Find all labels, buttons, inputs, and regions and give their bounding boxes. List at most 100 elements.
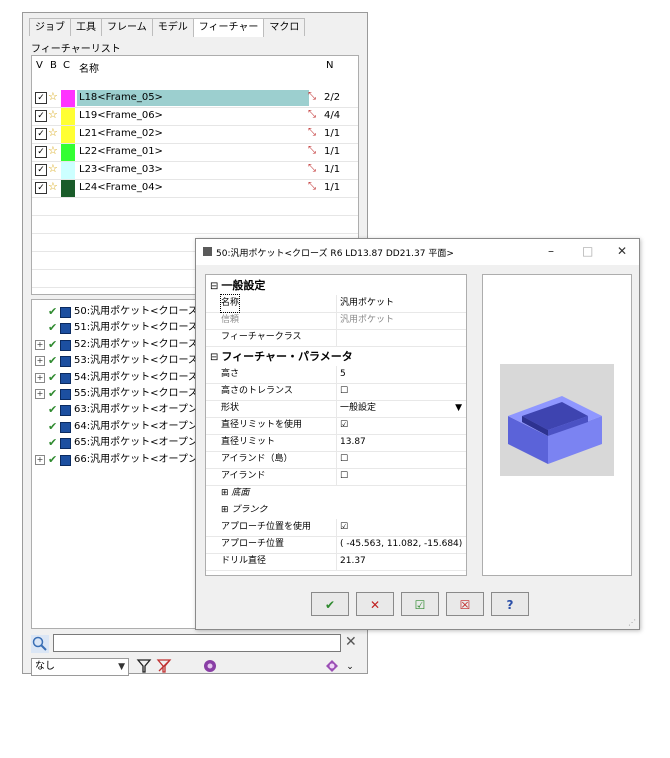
minimize-button[interactable]: – [548, 244, 554, 258]
property-row[interactable]: アプローチ位置 ( -45.563, 11.082, -15.684) [206, 536, 466, 554]
property-label: 直径リミット [221, 437, 276, 447]
display-mode-dropdown-icon[interactable]: ⌄ [341, 658, 359, 676]
property-row[interactable]: フィーチャークラス [206, 329, 466, 347]
delete-button[interactable]: ☒ [446, 592, 484, 616]
property-value[interactable]: 汎用ポケット [336, 312, 466, 329]
feature-row[interactable]: ✓ ☆ L23<Frame_03> ⤡ 1/1 [32, 162, 358, 180]
color-swatch[interactable] [61, 126, 75, 143]
ok-button[interactable]: ✔ [311, 592, 349, 616]
expand-icon[interactable]: + [35, 356, 45, 367]
property-value[interactable]: 13.87 [336, 434, 466, 451]
expand-icon[interactable]: + [35, 339, 45, 350]
close-button[interactable]: ✕ [617, 244, 627, 258]
help-button[interactable]: ? [491, 592, 529, 616]
clear-search-icon[interactable]: ✕ [345, 634, 357, 650]
feature-row[interactable]: ✓ ☆ L19<Frame_06> ⤡ 4/4 [32, 108, 358, 126]
feature-row[interactable]: ✓ ☆ L18<Frame_05> ⤡ 2/2 [32, 90, 358, 108]
property-label: 名称 [219, 294, 241, 313]
property-row[interactable]: 高さ 5 [206, 366, 466, 384]
search-icon[interactable] [31, 635, 49, 653]
operation-label: 66:汎用ポケット<オープン R6 [74, 453, 215, 465]
shape-select[interactable]: 一般設定 ▼ [336, 400, 466, 417]
star-icon[interactable]: ☆ [48, 90, 58, 103]
filter-clear-icon[interactable] [155, 658, 173, 676]
expand-icon[interactable]: + [35, 454, 45, 465]
cancel-button[interactable]: ✕ [356, 592, 394, 616]
tab-frame[interactable]: フレーム [101, 18, 153, 36]
property-value[interactable]: ☐ [336, 383, 466, 400]
star-icon[interactable]: ☆ [48, 144, 58, 157]
maximize-button[interactable]: □ [582, 244, 593, 258]
expand-icon[interactable]: ⊞ [221, 505, 231, 515]
tab-feature[interactable]: フィーチャー [192, 18, 265, 37]
search-input[interactable] [53, 634, 341, 652]
property-label: 信頼 [221, 315, 240, 325]
column-c-header: C [63, 60, 70, 71]
star-icon[interactable]: ☆ [48, 108, 58, 121]
property-value[interactable]: 5 [336, 366, 466, 383]
tab-job[interactable]: ジョブ [29, 18, 71, 36]
property-value[interactable]: 汎用ポケット [336, 295, 466, 312]
property-row[interactable]: アイランド ☐ [206, 468, 466, 486]
expand-icon[interactable]: + [35, 389, 45, 399]
property-subgroup[interactable]: ⊞ 底面 [221, 485, 249, 502]
visibility-checkbox[interactable]: ✓ [35, 182, 47, 194]
property-label: アイランド（島） [221, 454, 293, 464]
property-value[interactable]: ☑ [336, 519, 466, 536]
expand-icon[interactable]: + [35, 372, 45, 383]
property-row[interactable]: 直径リミット 13.87 [206, 434, 466, 452]
visibility-checkbox[interactable]: ✓ [35, 110, 47, 122]
property-row[interactable]: アプローチ位置を使用 ☑ [206, 519, 466, 537]
section-general[interactable]: ⊟ 一般設定 [206, 277, 466, 295]
property-row[interactable]: 信頼 汎用ポケット [206, 312, 466, 330]
visibility-checkbox[interactable]: ✓ [35, 128, 47, 140]
property-value[interactable]: ☐ [336, 451, 466, 468]
feature-row[interactable]: ✓ ☆ L21<Frame_02> ⤡ 1/1 [32, 126, 358, 144]
property-row[interactable]: アイランド（島） ☐ [206, 451, 466, 469]
collapse-icon[interactable]: ⊟ [210, 281, 218, 292]
color-swatch[interactable] [61, 180, 75, 197]
color-swatch[interactable] [61, 144, 75, 161]
filter-icon[interactable] [135, 658, 153, 676]
visibility-checkbox[interactable]: ✓ [35, 164, 47, 176]
property-row[interactable]: 形状 一般設定 ▼ [206, 400, 466, 418]
property-value[interactable]: ☑ [336, 417, 466, 434]
apply-button[interactable]: ☑ [401, 592, 439, 616]
property-row[interactable]: 直径リミットを使用 ☑ [206, 417, 466, 435]
feature-count: 4/4 [324, 110, 341, 121]
property-label: 直径リミットを使用 [221, 420, 303, 430]
feature-visibility-icon[interactable] [201, 658, 219, 676]
section-parameters-label: フィーチャー・パラメータ [221, 350, 353, 363]
feature-row[interactable]: ✓ ☆ L22<Frame_01> ⤡ 1/1 [32, 144, 358, 162]
property-row[interactable]: 名称 汎用ポケット [206, 294, 466, 313]
tab-macro[interactable]: マクロ [263, 18, 306, 36]
property-value[interactable]: 21.37 [336, 553, 466, 570]
visibility-checkbox[interactable]: ✓ [35, 92, 47, 104]
property-row[interactable]: ドリル直径 21.37 [206, 553, 466, 571]
feature-row[interactable]: ✓ ☆ L24<Frame_04> ⤡ 1/1 [32, 180, 358, 198]
property-value[interactable] [336, 329, 466, 346]
visibility-checkbox[interactable]: ✓ [35, 146, 47, 158]
color-swatch[interactable] [61, 90, 75, 107]
star-icon[interactable]: ☆ [48, 180, 58, 193]
operation-label: 54:汎用ポケット<クローズ R6 [74, 371, 215, 383]
color-swatch[interactable] [61, 162, 75, 179]
property-value[interactable]: ☐ [336, 468, 466, 485]
checkmark-icon: ✔ [48, 452, 58, 466]
tab-model[interactable]: モデル [151, 18, 194, 36]
star-icon[interactable]: ☆ [48, 162, 58, 175]
property-grid: ⊟ 一般設定 名称 汎用ポケット 信頼 汎用ポケット フィーチャークラス ⊟ フィーチャー・… [205, 274, 467, 576]
section-parameters[interactable]: ⊟ フィーチャー・パラメータ [206, 348, 466, 366]
property-row[interactable]: 高さのトレランス ☐ [206, 383, 466, 401]
property-subgroup[interactable]: ⊞ ブランク [221, 502, 267, 519]
tab-tools[interactable]: 工具 [70, 18, 102, 36]
resize-grip-icon[interactable]: ⋰ [628, 618, 636, 627]
feature-count: 2/2 [324, 92, 341, 103]
color-swatch[interactable] [61, 108, 75, 125]
display-mode-icon[interactable] [323, 658, 341, 676]
property-value[interactable]: ( -45.563, 11.082, -15.684) [336, 536, 466, 553]
star-icon[interactable]: ☆ [48, 126, 58, 139]
collapse-icon[interactable]: ⊟ [210, 352, 218, 363]
filter-select[interactable]: なし ▼ [31, 658, 129, 676]
expand-icon[interactable]: ⊞ [221, 488, 231, 498]
